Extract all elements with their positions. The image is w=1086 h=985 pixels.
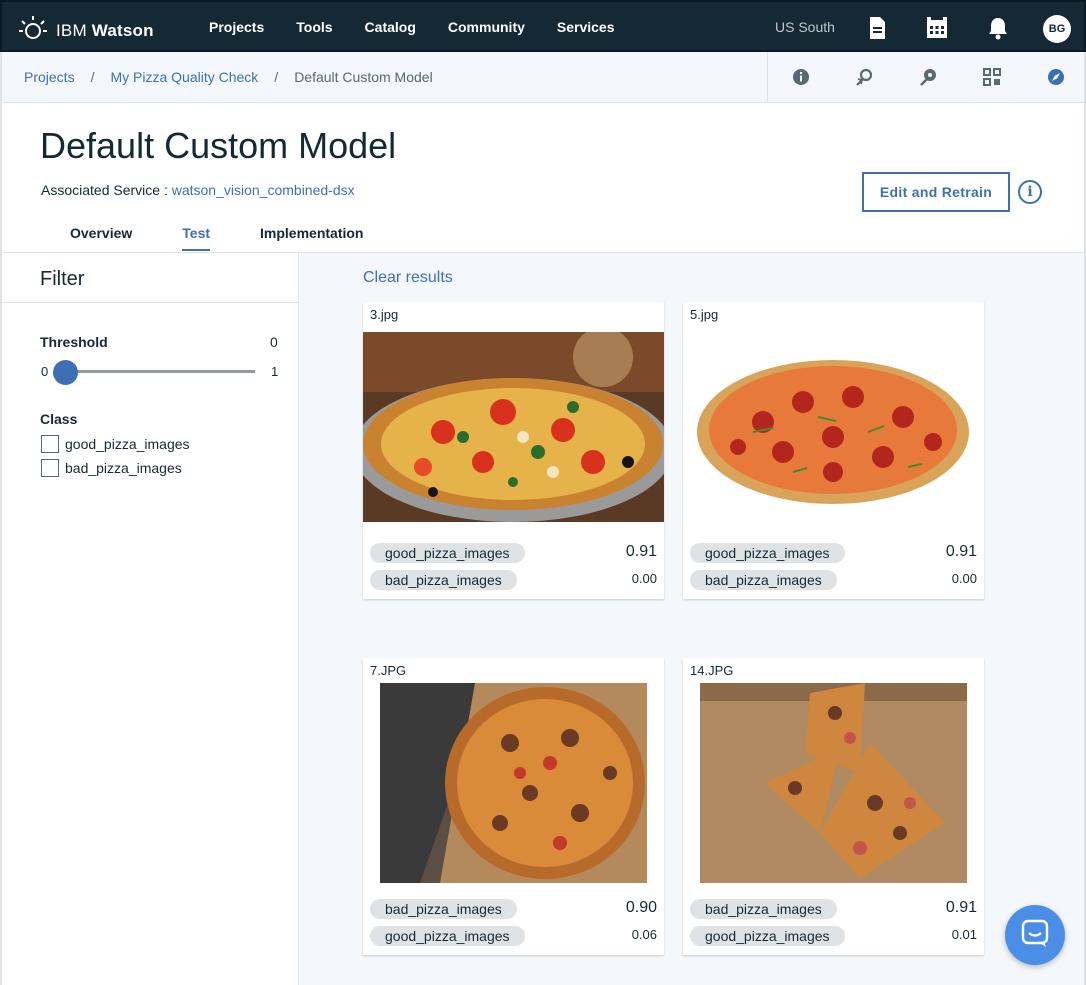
pizza-photo-icon xyxy=(363,332,664,522)
pizza-photo-icon xyxy=(700,683,967,883)
class-tag: good_pizza_images xyxy=(690,543,845,563)
chat-icon xyxy=(1020,918,1050,953)
region-selector[interactable]: US South xyxy=(775,19,835,35)
checkbox[interactable] xyxy=(41,459,59,477)
reset-icon[interactable] xyxy=(856,68,874,86)
class-filter-label: good_pizza_images xyxy=(65,436,190,452)
class-score: 0.91 xyxy=(945,899,977,916)
edit-and-retrain-button[interactable]: Edit and Retrain xyxy=(862,172,1010,212)
class-score: 0.00 xyxy=(631,571,657,586)
tab-overview[interactable]: Overview xyxy=(70,225,132,251)
tab-bar: Overview Test Implementation xyxy=(70,225,413,251)
clear-results-link[interactable]: Clear results xyxy=(363,269,453,287)
model-header: Default Custom Model Associated Service … xyxy=(0,103,1086,253)
checkbox[interactable] xyxy=(41,435,59,453)
class-score: 0.90 xyxy=(625,899,657,916)
image-filename: 7.JPG xyxy=(370,663,407,678)
results-area: Clear results 3.jpg good_pizza_images 0. xyxy=(300,253,1086,985)
nav-projects[interactable]: Projects xyxy=(209,19,264,35)
class-tag: bad_pizza_images xyxy=(690,570,837,590)
nav-community[interactable]: Community xyxy=(448,19,525,35)
class-score: 0.06 xyxy=(631,927,657,942)
tab-implementation[interactable]: Implementation xyxy=(260,225,363,251)
class-tag: good_pizza_images xyxy=(370,926,525,946)
result-card: 14.JPG bad_pizza_images 0.91 good_pizza_… xyxy=(683,658,984,955)
breadcrumb-separator: / xyxy=(90,69,95,85)
pizza-photo-icon xyxy=(683,332,984,522)
class-tag: good_pizza_images xyxy=(690,926,845,946)
nav-tools[interactable]: Tools xyxy=(296,19,332,35)
threshold-value: 0 xyxy=(270,334,278,350)
associated-service-link[interactable]: watson_vision_combined-dsx xyxy=(172,182,355,198)
class-tag: bad_pizza_images xyxy=(370,570,517,590)
class-filter-good[interactable]: good_pizza_images xyxy=(41,435,190,453)
avatar[interactable]: BG xyxy=(1043,15,1071,43)
class-filter-bad[interactable]: bad_pizza_images xyxy=(41,459,182,477)
threshold-label: Threshold xyxy=(40,334,108,350)
breadcrumb-bar: Projects / My Pizza Quality Check / Defa… xyxy=(0,52,1086,103)
tab-test[interactable]: Test xyxy=(182,225,211,251)
class-tag: good_pizza_images xyxy=(370,543,525,563)
image-filename: 5.jpg xyxy=(690,307,719,322)
bell-icon[interactable] xyxy=(987,16,1009,40)
threshold-slider-handle[interactable] xyxy=(53,360,78,385)
document-icon[interactable] xyxy=(867,16,889,40)
class-tag: bad_pizza_images xyxy=(690,899,837,919)
threshold-max: 1 xyxy=(271,364,279,379)
class-filter-label: bad_pizza_images xyxy=(65,460,182,476)
class-score: 0.91 xyxy=(625,543,657,560)
chat-button[interactable] xyxy=(1005,905,1065,965)
pizza-photo-icon xyxy=(380,683,647,883)
associated-service: Associated Service : watson_vision_combi… xyxy=(41,182,355,198)
info-icon[interactable] xyxy=(792,68,810,86)
nav-catalog[interactable]: Catalog xyxy=(365,19,416,35)
brand[interactable]: IBM Watson xyxy=(18,14,154,47)
breadcrumb-current: Default Custom Model xyxy=(294,69,433,85)
threshold-min: 0 xyxy=(41,364,49,379)
qr-grid-icon[interactable] xyxy=(983,68,1001,86)
class-tag: bad_pizza_images xyxy=(370,899,517,919)
class-score: 0.00 xyxy=(951,571,977,586)
class-score: 0.01 xyxy=(951,927,977,942)
filter-panel: Filter Threshold 0 0 1 Class good_pizza_… xyxy=(0,253,299,985)
pin-icon[interactable] xyxy=(920,68,938,86)
filter-title: Filter xyxy=(40,268,85,290)
nav-services[interactable]: Services xyxy=(557,19,615,35)
image-filename: 3.jpg xyxy=(370,307,399,322)
result-card: 5.jpg good_pizza_images 0.91 bad_pizza_i… xyxy=(683,302,984,599)
breadcrumb-separator: / xyxy=(274,69,279,85)
breadcrumb-project[interactable]: My Pizza Quality Check xyxy=(110,69,258,85)
page-title: Default Custom Model xyxy=(40,125,397,166)
main-nav: Projects Tools Catalog Community Service… xyxy=(209,19,647,35)
top-nav: IBM Watson Projects Tools Catalog Commun… xyxy=(0,0,1086,52)
image-filename: 14.JPG xyxy=(690,663,734,678)
class-score: 0.91 xyxy=(945,543,977,560)
breadcrumb: Projects / My Pizza Quality Check / Defa… xyxy=(24,69,433,85)
compass-icon[interactable] xyxy=(1047,68,1065,86)
class-label: Class xyxy=(40,411,78,427)
breadcrumb-tools xyxy=(767,52,1086,103)
brand-text: IBM Watson xyxy=(56,20,154,40)
watson-logo-icon xyxy=(18,14,48,47)
result-card: 7.JPG bad_pizza_images 0.90 good_pizza_i… xyxy=(363,658,664,955)
breadcrumb-projects[interactable]: Projects xyxy=(24,69,75,85)
divider xyxy=(2,302,299,303)
info-icon[interactable]: i xyxy=(1018,180,1042,204)
calendar-icon[interactable] xyxy=(925,16,949,40)
threshold-slider-track[interactable] xyxy=(65,370,255,373)
result-card: 3.jpg good_pizza_images 0.91 bad_pizza_i… xyxy=(363,302,664,599)
associated-service-label: Associated Service : xyxy=(41,182,168,198)
